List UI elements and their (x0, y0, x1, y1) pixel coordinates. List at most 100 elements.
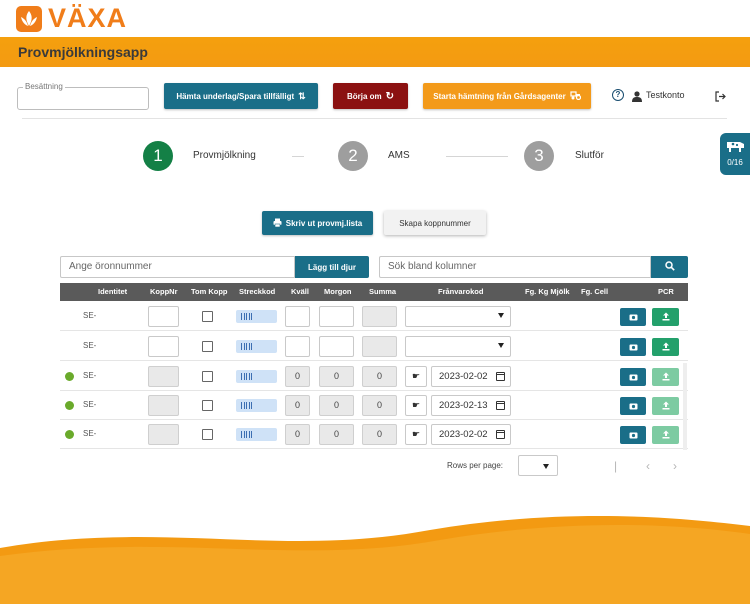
table-row: SE- 0 0 0 ☛ 2023-02-02 (60, 420, 688, 449)
rows-per-page-select[interactable] (518, 455, 558, 476)
gardsagent-button[interactable]: Starta hämtning från Gårdsagenter (423, 83, 591, 109)
barcode-icon[interactable] (236, 310, 277, 323)
identity-cell: SE- (83, 400, 97, 409)
sort-arrows-icon: ⇅ (298, 90, 306, 101)
morgon-field: 0 (319, 424, 354, 445)
header-fg-cell[interactable]: Fg. Cell (581, 287, 608, 296)
morgon-field: 0 (319, 395, 354, 416)
date-input[interactable]: 2023-02-13 (431, 395, 511, 416)
header-identitet[interactable]: Identitet (98, 287, 127, 296)
header-tom-kopp[interactable]: Tom Kopp (191, 287, 228, 296)
header-kvall[interactable]: Kväll (291, 287, 309, 296)
restart-button[interactable]: Börja om ↻ (333, 83, 408, 109)
calendar-icon[interactable] (496, 372, 505, 381)
table-row: SE- 0 0 0 ☛ 2023-02-02 (60, 362, 688, 391)
koppnr-input[interactable] (148, 336, 179, 357)
camera-icon (629, 426, 638, 444)
logout-icon[interactable] (715, 89, 726, 107)
gardsagent-label: Starta hämtning från Gårdsagenter (433, 91, 566, 101)
morgon-input[interactable] (319, 306, 354, 327)
upload-button[interactable] (652, 368, 679, 386)
upload-button[interactable] (652, 338, 679, 356)
create-cup-number-button[interactable]: Skapa koppnummer (384, 211, 486, 235)
footer-wave (0, 515, 750, 604)
help-icon[interactable]: ? (612, 89, 624, 101)
step-3-circle[interactable]: 3 (524, 141, 554, 171)
header-streckkod[interactable]: Streckkod (239, 287, 275, 296)
barcode-icon[interactable] (236, 399, 277, 412)
summa-field: 0 (362, 395, 397, 416)
refresh-icon: ↻ (385, 90, 395, 102)
camera-button[interactable] (620, 308, 646, 326)
print-list-button[interactable]: Skriv ut provmj.lista (262, 211, 373, 235)
step-2-circle[interactable]: 2 (338, 141, 368, 171)
franvarokod-select[interactable] (405, 336, 511, 357)
franvarokod-select[interactable] (405, 306, 511, 327)
tom-kopp-checkbox[interactable] (202, 341, 213, 352)
header-koppnr[interactable]: KoppNr (150, 287, 178, 296)
camera-button[interactable] (620, 368, 646, 386)
fetch-save-button[interactable]: Hämta underlag/Spara tillfälligt ⇅ (164, 83, 318, 109)
header-fg-kg-mjolk[interactable]: Fg. Kg Mjölk (525, 287, 570, 296)
table-header: Identitet KoppNr Tom Kopp Streckkod Kväl… (60, 283, 688, 301)
step-3-label: Slutför (575, 150, 604, 161)
koppnr-input[interactable] (148, 306, 179, 327)
morgon-input[interactable] (319, 336, 354, 357)
table-row: SE- 0 0 0 ☛ 2023-02-13 (60, 391, 688, 420)
tom-kopp-checkbox[interactable] (202, 429, 213, 440)
toolbar-divider (22, 118, 727, 119)
first-page-icon[interactable]: | (614, 459, 617, 473)
header-summa[interactable]: Summa (369, 287, 396, 296)
kvall-input[interactable] (285, 306, 310, 327)
previous-page-icon[interactable]: ‹ (646, 459, 650, 473)
table-row: SE- (60, 302, 688, 331)
header-pcr[interactable]: PCR (658, 287, 674, 296)
upload-button[interactable] (652, 397, 679, 415)
add-animal-button[interactable]: Lägg till djur (295, 256, 369, 278)
vaxa-logo-icon (16, 6, 42, 32)
step-1-label: Provmjölkning (193, 150, 256, 161)
ear-number-input[interactable]: Ange öronnummer (60, 256, 295, 278)
hand-icon[interactable]: ☛ (405, 366, 427, 387)
tom-kopp-checkbox[interactable] (202, 400, 213, 411)
next-page-icon[interactable]: › (673, 459, 677, 473)
hand-icon[interactable]: ☛ (405, 424, 427, 445)
table-scrollbar[interactable] (683, 363, 687, 450)
hand-icon[interactable]: ☛ (405, 395, 427, 416)
date-input[interactable]: 2023-02-02 (431, 366, 511, 387)
header-morgon[interactable]: Morgon (324, 287, 352, 296)
camera-button[interactable] (620, 338, 646, 356)
cow-counter-badge[interactable]: 0/16 (720, 133, 750, 175)
search-button[interactable] (651, 256, 688, 278)
step-1-circle[interactable]: 1 (143, 141, 173, 171)
summa-field: 0 (362, 424, 397, 445)
tom-kopp-checkbox[interactable] (202, 311, 213, 322)
camera-button[interactable] (620, 397, 646, 415)
column-search-input[interactable]: Sök bland kolumner (379, 256, 651, 278)
koppnr-field (148, 395, 179, 416)
upload-button[interactable] (652, 426, 679, 444)
calendar-icon[interactable] (496, 430, 505, 439)
upload-button[interactable] (652, 308, 679, 326)
step-connector (292, 156, 304, 157)
summa-field (362, 336, 397, 357)
app-title: Provmjölkningsapp (18, 44, 148, 60)
kvall-input[interactable] (285, 336, 310, 357)
kvall-field: 0 (285, 366, 310, 387)
upload-icon (662, 368, 670, 386)
koppnr-field (148, 366, 179, 387)
search-icon (664, 258, 675, 276)
barcode-icon[interactable] (236, 370, 277, 383)
barcode-icon[interactable] (236, 428, 277, 441)
header-franvarokod[interactable]: Frånvarokod (438, 287, 483, 296)
status-dot (65, 430, 74, 439)
camera-button[interactable] (620, 426, 646, 444)
upload-icon (662, 397, 670, 415)
printer-icon (273, 218, 282, 229)
barcode-icon[interactable] (236, 340, 277, 353)
date-input[interactable]: 2023-02-02 (431, 424, 511, 445)
summa-field (362, 306, 397, 327)
status-dot (65, 401, 74, 410)
tom-kopp-checkbox[interactable] (202, 371, 213, 382)
calendar-icon[interactable] (496, 401, 505, 410)
